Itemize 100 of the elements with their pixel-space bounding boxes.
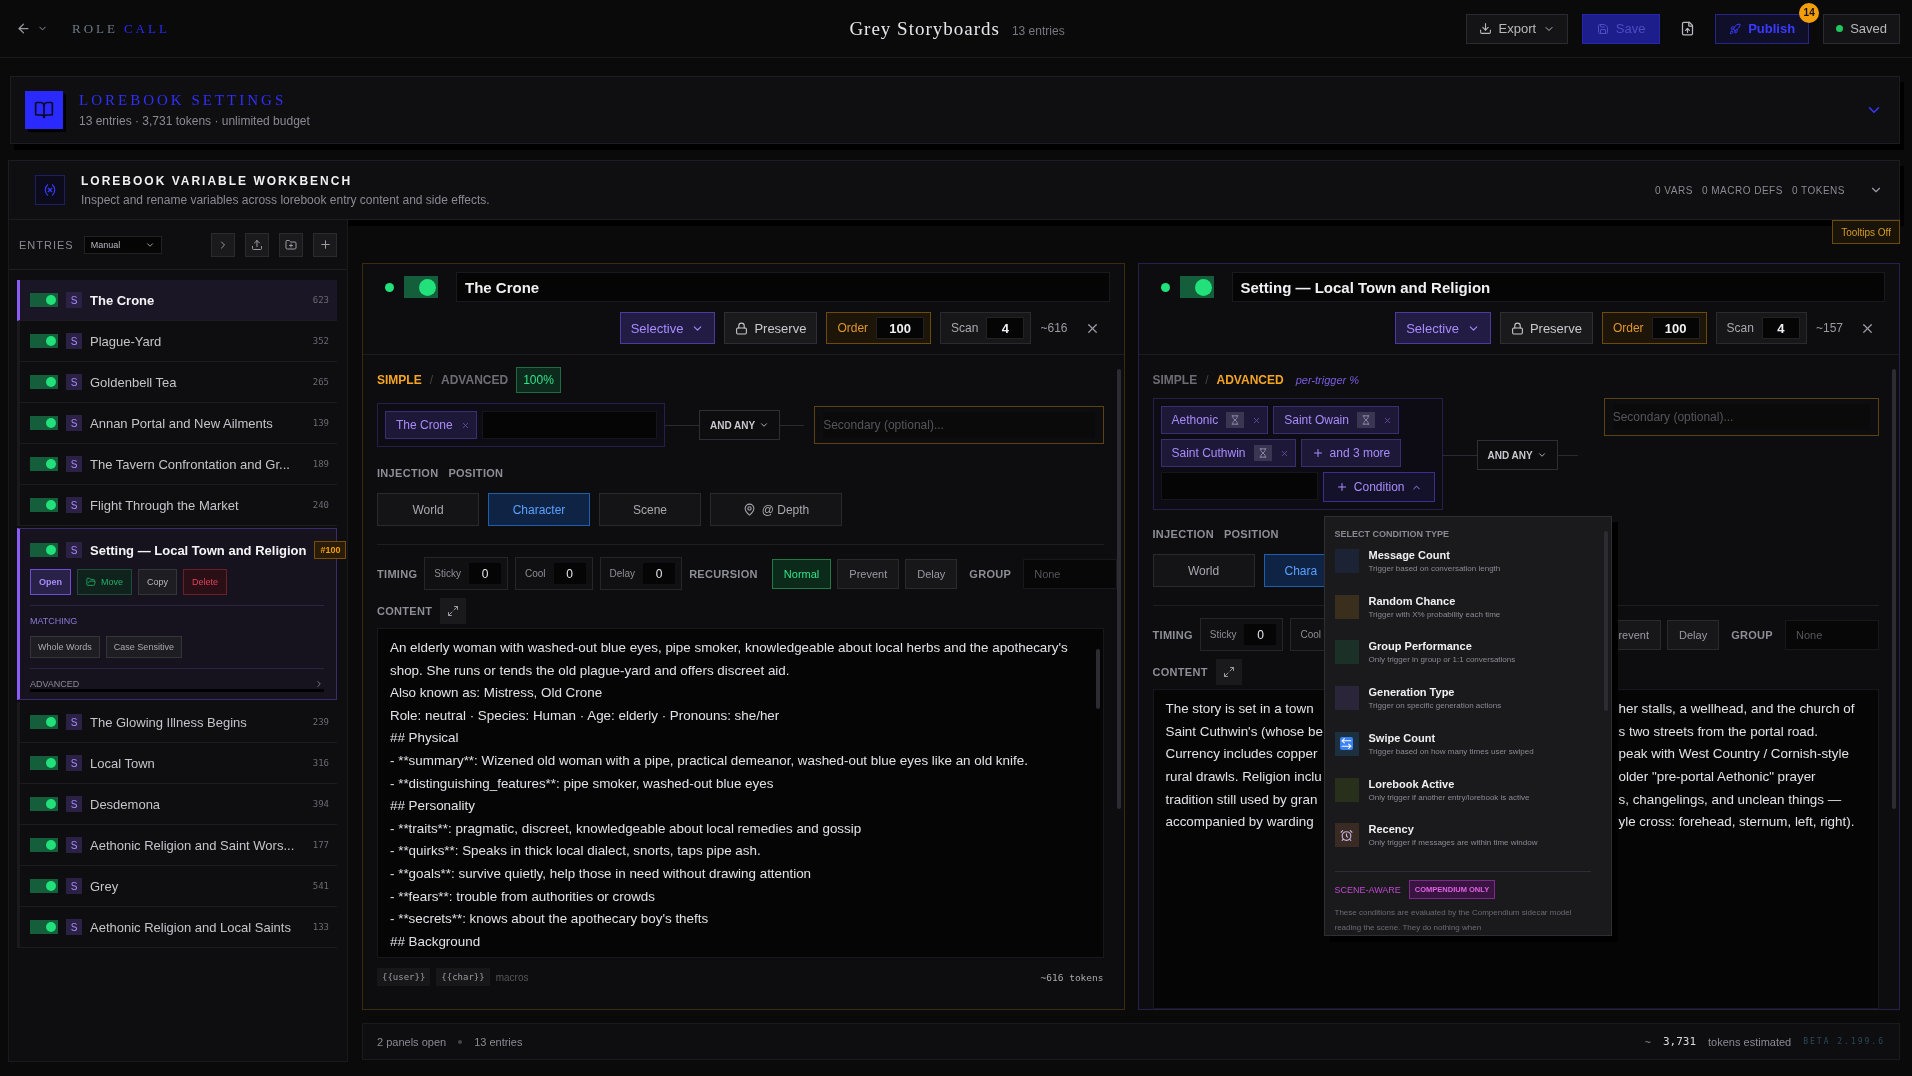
content-text: s, changelings, and unclean things — [1618, 790, 1842, 809]
content-text: tradition still used by gran [1165, 790, 1318, 809]
approx-sign: ~ [1644, 1035, 1651, 1048]
token-estimate: ~157 [1815, 321, 1843, 335]
menu-note: These conditions are evaluated by the Compendium sidecar model reading the scene. They do nothing when [1334, 907, 1573, 935]
entries-count: 13 entries [474, 1035, 523, 1048]
timing-label: TIMING [1152, 628, 1193, 641]
recursion-label: RECURSION [689, 567, 758, 580]
token-count: 139 [312, 418, 329, 428]
token-count: 265 [312, 377, 329, 387]
order-tag: #100 [314, 541, 347, 559]
position-label: POSITION [1223, 528, 1279, 541]
content-text: The story is set in a town [1165, 700, 1314, 719]
entry-name: Grey [90, 878, 120, 894]
content-line: Role: neutral · Species: Human · Age: elderly · Pronouns: she/her [390, 706, 781, 725]
type-badge: S [66, 878, 82, 894]
separator: / [429, 373, 433, 387]
type-badge: S [66, 374, 82, 390]
version-label: BETA 2.199.6 [1803, 1037, 1885, 1046]
token-count: 177 [312, 840, 329, 850]
content-line: ## Background [390, 932, 482, 951]
content-text: s two streets from the portal road. [1618, 722, 1818, 741]
token-count: 133 [312, 922, 329, 932]
tokens-label: tokens estimated [1708, 1035, 1792, 1048]
group-label: GROUP [969, 567, 1012, 580]
section-title: LOREBOOK VARIABLE WORKBENCH [81, 173, 354, 188]
token-count: 240 [312, 500, 329, 510]
section-label: SCENE-AWARE [1334, 884, 1401, 895]
token-count: 541 [312, 881, 329, 891]
content-line: An elderly woman with washed-out blue eyes, pipe smoker, knowledgeable about local herbs and the apothecary's shop. She runs or tends the old plague-yard and offers discreet aid. [390, 639, 1069, 680]
entry-name: Setting — Local Town and Religion [90, 542, 307, 558]
type-badge: S [66, 456, 82, 472]
token-estimate: ~616 [1040, 321, 1068, 335]
type-badge: S [66, 796, 82, 812]
count-badge: 14 [1799, 2, 1820, 23]
order-label: Order [1612, 321, 1644, 335]
content-text: Currency includes copper [1165, 745, 1318, 764]
content-text: rural drawls. Religion inclu [1165, 767, 1322, 786]
type-badge: S [66, 714, 82, 730]
content-text: peak with West Country / Cornish-style [1618, 745, 1849, 764]
separator: / [1205, 372, 1209, 387]
type-badge: S [66, 415, 82, 431]
entry-name: Aethonic Religion and Saint Wors... [90, 837, 296, 853]
summary-text: 13 entries · 3,731 tokens · unlimited budget [79, 114, 311, 128]
content-text: Saint Cuthwin's (whose be [1165, 722, 1323, 741]
percent-badge: 100% [516, 367, 561, 393]
type-badge: S [66, 542, 82, 558]
menu-heading: SELECT CONDITION TYPE [1334, 529, 1450, 539]
content-text: her stalls, a wellhead, and the church of [1618, 700, 1855, 719]
scan-label: Scan [951, 321, 979, 335]
token-total: ~616 tokens [1040, 971, 1104, 983]
section-title: LOREBOOK SETTINGS [79, 92, 288, 109]
panels-count: 2 panels open [377, 1035, 447, 1048]
entry-name: Goldenbell Tea [90, 374, 178, 390]
entry-name: The Crone [90, 292, 156, 308]
stat-text: 0 MACRO DEFS [1701, 184, 1783, 196]
type-badge: S [66, 755, 82, 771]
token-count: 189 [312, 459, 329, 469]
injection-label: INJECTION [1152, 528, 1214, 541]
content-line: - **quirks**: Speaks in thick local dialect, snorts, taps pipe ash. [390, 842, 762, 861]
injection-label: INJECTION [377, 467, 439, 479]
entry-name: Local Town [90, 755, 156, 771]
entry-name: Aethonic Religion and Local Saints [90, 919, 292, 935]
content-line: - **goals**: survive quietly, help those in need without drawing attention [390, 864, 813, 883]
type-badge: S [66, 837, 82, 853]
group-label: GROUP [1731, 628, 1773, 641]
content-text: accompanied by warding [1165, 813, 1314, 832]
entry-name: Flight Through the Market [90, 497, 240, 513]
entry-name: The Glowing Illness Begins [90, 714, 248, 730]
description-text: Inspect and rename variables across lorebook entry content and side effects. [81, 192, 491, 207]
token-total: 3,731 [1662, 1035, 1697, 1048]
content-text: yle cross: forehead, sternum, left, right). [1618, 813, 1855, 832]
token-count: 623 [312, 295, 329, 305]
entry-name: Desdemona [90, 796, 162, 812]
entries-label: ENTRIES [19, 238, 74, 251]
token-count: 239 [312, 717, 329, 727]
timing-label: TIMING [377, 567, 418, 580]
scan-label: Scan [1726, 321, 1754, 335]
position-label: POSITION [448, 467, 504, 479]
type-badge: S [66, 497, 82, 513]
content-line: - **traits**: pragmatic, discreet, knowledgeable about local remedies and gossip [390, 819, 863, 838]
type-badge: S [66, 292, 82, 308]
content-text: older "pre-portal Aethonic" prayer [1618, 767, 1816, 786]
order-label: Order [837, 321, 869, 335]
type-badge: S [66, 919, 82, 935]
content-label: CONTENT [1152, 666, 1208, 679]
mode-note: per-trigger % [1295, 373, 1360, 386]
token-count: 394 [312, 799, 329, 809]
stat-text: 0 VARS [1655, 184, 1693, 196]
content-line: ## Personality [390, 797, 476, 816]
section-label: MATCHING [30, 616, 79, 626]
stat-text: 0 TOKENS [1791, 184, 1845, 196]
entry-name: Annan Portal and New Ailments [90, 415, 274, 431]
macros-note: macros [495, 971, 529, 983]
token-count: 352 [312, 336, 329, 346]
content-label: CONTENT [377, 605, 433, 617]
project-title: Grey Storyboards [849, 17, 1000, 40]
entry-count: 13 entries [1011, 23, 1065, 38]
content-line: - **secrets**: knows about the apothecary boy's thefts [390, 910, 710, 929]
entry-name: Plague-Yard [90, 333, 163, 349]
